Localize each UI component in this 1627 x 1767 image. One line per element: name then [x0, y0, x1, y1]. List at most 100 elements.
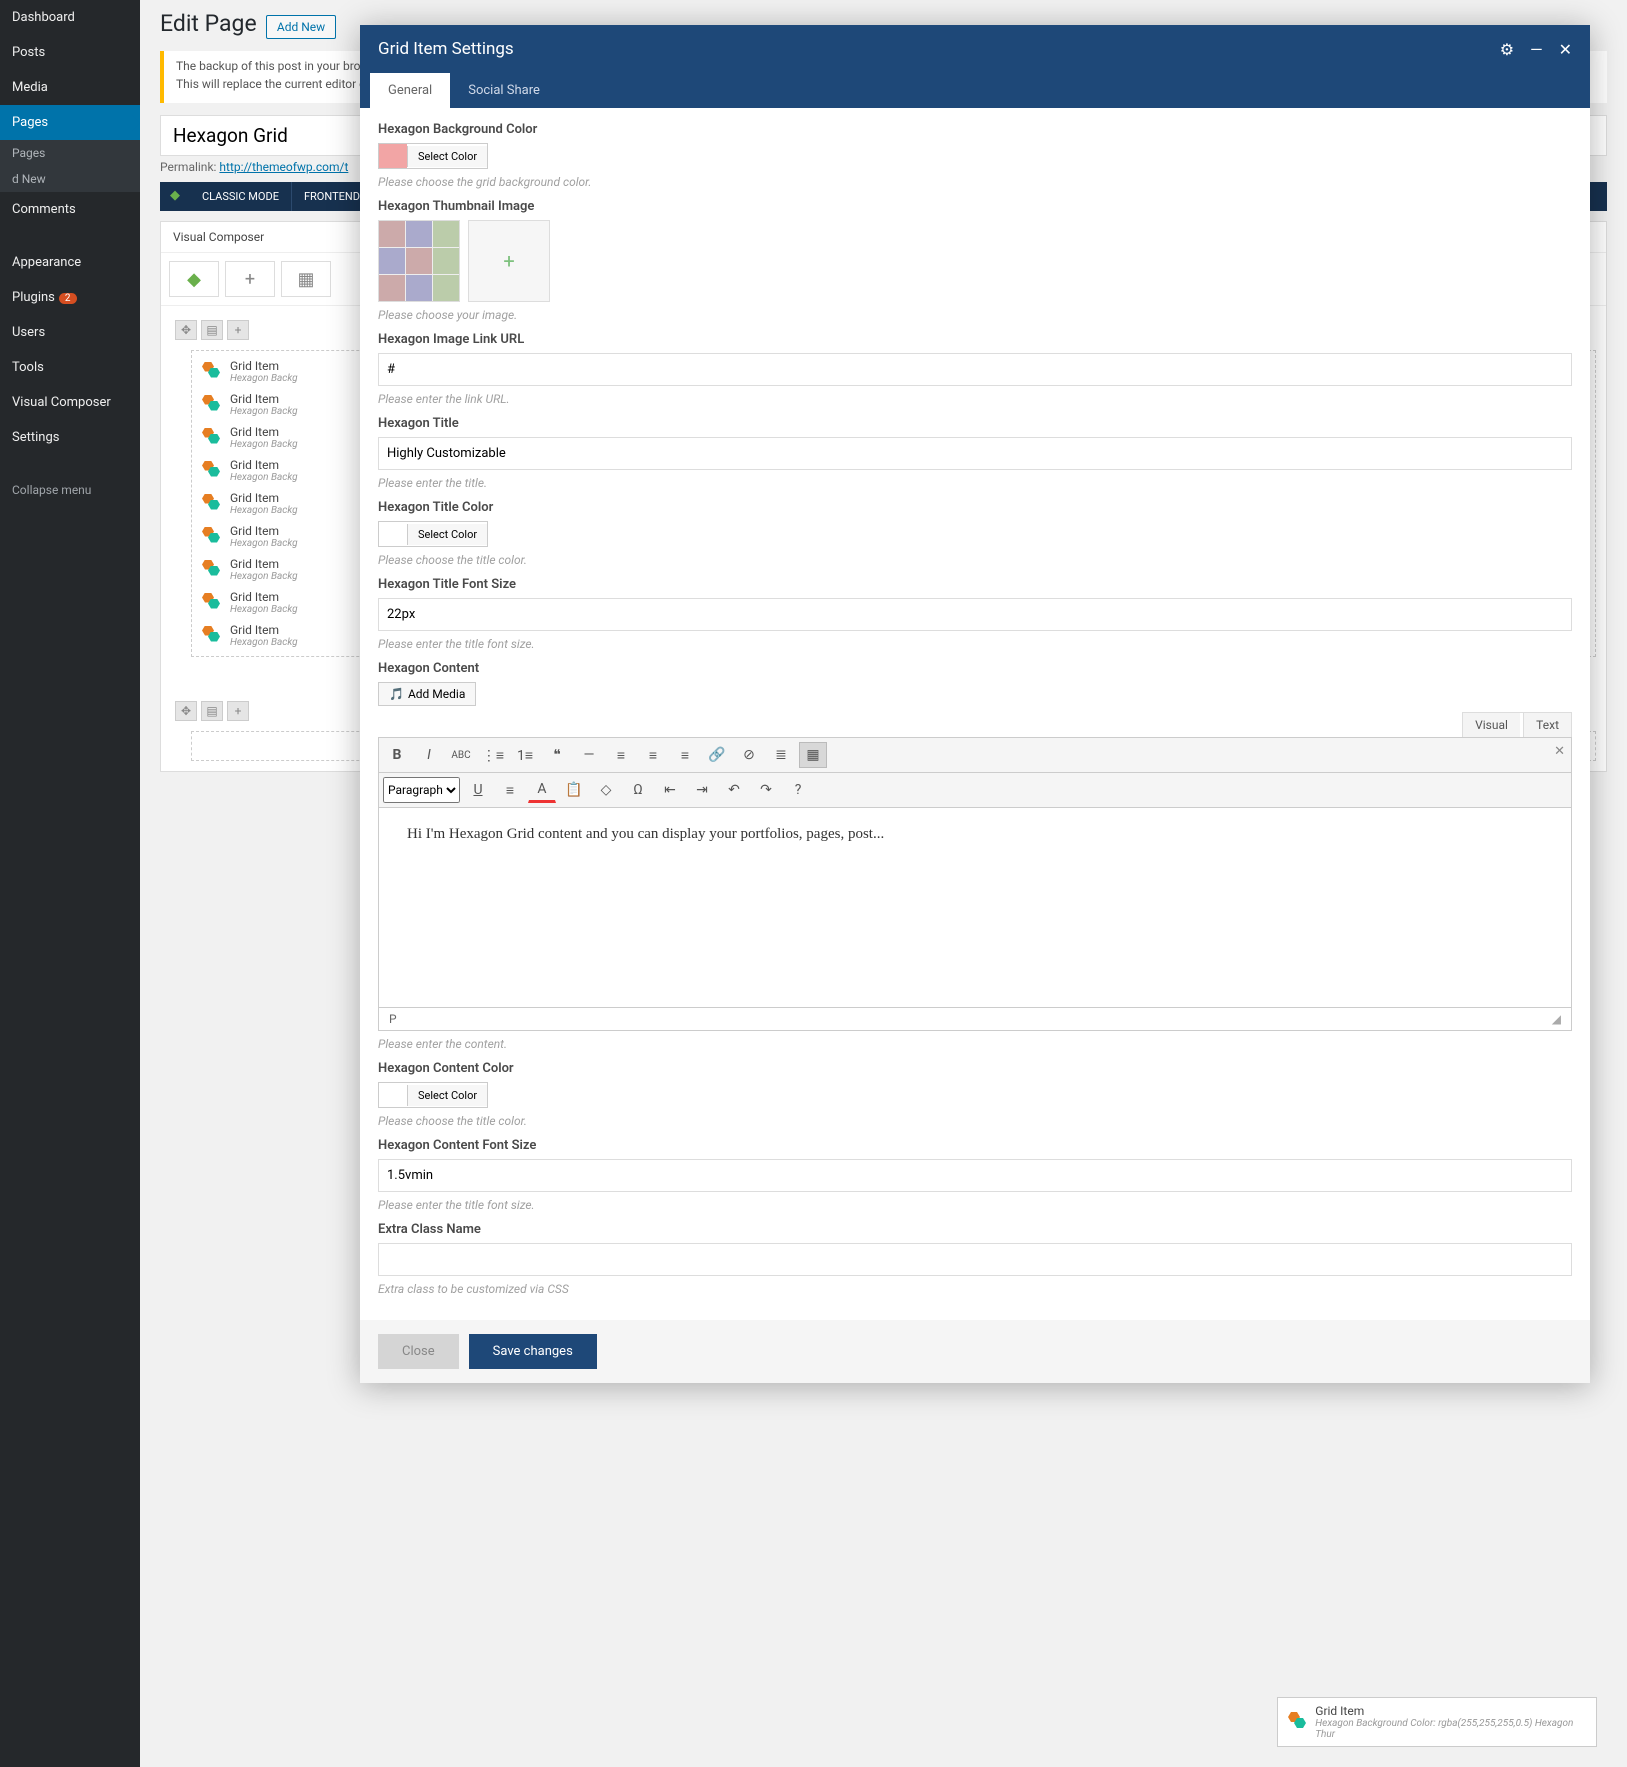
- bg-color-picker[interactable]: Select Color: [378, 143, 488, 169]
- menu-comments[interactable]: Comments: [0, 192, 140, 227]
- align-center-icon[interactable]: ≡: [639, 742, 667, 768]
- drag-handle-icon[interactable]: ✥: [175, 701, 197, 721]
- editor-path: P: [389, 1012, 397, 1026]
- menu-users[interactable]: Users: [0, 315, 140, 350]
- redo-icon[interactable]: ↷: [752, 777, 780, 803]
- hex-icon: [202, 560, 224, 580]
- permalink-url[interactable]: http://themeofwp.com/t: [219, 160, 348, 174]
- editor-tab-text[interactable]: Text: [1523, 713, 1571, 737]
- hr-icon[interactable]: —: [575, 742, 603, 768]
- grid-item-title: Grid Item: [230, 590, 298, 604]
- menu-pages[interactable]: Pages: [0, 105, 140, 140]
- link-url-input[interactable]: [378, 353, 1572, 386]
- extra-class-hint: Extra class to be customized via CSS: [378, 1282, 1572, 1296]
- add-media-button[interactable]: 🎵Add Media: [378, 682, 476, 706]
- special-char-icon[interactable]: Ω: [624, 777, 652, 803]
- close-icon[interactable]: ✕: [1559, 40, 1572, 59]
- extra-class-input[interactable]: [378, 1243, 1572, 1276]
- content-color-picker[interactable]: Select Color: [378, 1082, 488, 1108]
- editor-resize-handle[interactable]: ◢: [1552, 1012, 1561, 1026]
- add-row-icon[interactable]: +: [227, 320, 249, 340]
- add-new-button[interactable]: Add New: [266, 15, 336, 39]
- paste-text-icon[interactable]: 📋: [560, 777, 588, 803]
- editor-tab-visual[interactable]: Visual: [1463, 713, 1520, 737]
- add-element-button[interactable]: +: [225, 261, 275, 297]
- title-color-select-button[interactable]: Select Color: [407, 524, 487, 545]
- ul-icon[interactable]: ⋮≡: [479, 742, 507, 768]
- menu-visual-composer[interactable]: Visual Composer: [0, 385, 140, 420]
- gear-icon[interactable]: ⚙: [1500, 40, 1514, 59]
- tab-general[interactable]: General: [370, 73, 450, 108]
- title-font-label: Hexagon Title Font Size: [378, 577, 1572, 592]
- columns-icon[interactable]: ▤: [201, 701, 223, 721]
- bold-icon[interactable]: B: [383, 742, 411, 768]
- justify-icon[interactable]: ≡: [496, 777, 524, 803]
- help-icon[interactable]: ?: [784, 777, 812, 803]
- grid-item-title: Grid Item: [230, 392, 298, 406]
- title-font-input[interactable]: [378, 598, 1572, 631]
- indent-icon[interactable]: ⇥: [688, 777, 716, 803]
- link-icon[interactable]: 🔗: [703, 742, 731, 768]
- grid-item-sub: Hexagon Backg: [230, 571, 298, 582]
- content-color-select-button[interactable]: Select Color: [407, 1085, 487, 1106]
- editor-mode-tabs: Visual Text: [1462, 712, 1572, 737]
- paragraph-select[interactable]: Paragraph: [383, 777, 460, 803]
- outdent-icon[interactable]: ⇤: [656, 777, 684, 803]
- menu-posts[interactable]: Posts: [0, 35, 140, 70]
- close-button[interactable]: Close: [378, 1334, 459, 1369]
- title-font-hint: Please enter the title font size.: [378, 637, 1572, 651]
- link-url-hint: Please enter the link URL.: [378, 392, 1572, 406]
- undo-icon[interactable]: ↶: [720, 777, 748, 803]
- hex-title-input[interactable]: [378, 437, 1572, 470]
- align-left-icon[interactable]: ≡: [607, 742, 635, 768]
- hex-icon: [202, 362, 224, 382]
- add-image-button[interactable]: +: [468, 220, 550, 302]
- menu-appearance[interactable]: Appearance: [0, 245, 140, 280]
- more-icon[interactable]: ≣: [767, 742, 795, 768]
- title-color-swatch: [379, 522, 407, 546]
- clear-format-icon[interactable]: ◇: [592, 777, 620, 803]
- permalink-label: Permalink:: [160, 160, 216, 174]
- collapse-menu[interactable]: Collapse menu: [0, 473, 140, 507]
- ol-icon[interactable]: 1≡: [511, 742, 539, 768]
- text-color-icon[interactable]: A: [528, 777, 556, 803]
- italic-icon[interactable]: I: [415, 742, 443, 768]
- toolbar-toggle-icon[interactable]: ▦: [799, 742, 827, 768]
- submenu-pages-addnew[interactable]: d New: [0, 166, 140, 192]
- menu-plugins[interactable]: Plugins2: [0, 280, 140, 315]
- save-changes-button[interactable]: Save changes: [469, 1334, 597, 1369]
- title-color-picker[interactable]: Select Color: [378, 521, 488, 547]
- menu-settings[interactable]: Settings: [0, 420, 140, 455]
- strike-icon[interactable]: ABC: [447, 742, 475, 768]
- columns-icon[interactable]: ▤: [201, 320, 223, 340]
- editor-statusbar: P ◢: [378, 1008, 1572, 1031]
- drag-handle-icon[interactable]: ✥: [175, 320, 197, 340]
- grid-item-sub: Hexagon Backg: [230, 373, 298, 384]
- align-right-icon[interactable]: ≡: [671, 742, 699, 768]
- quote-icon[interactable]: ❝: [543, 742, 571, 768]
- tab-social-share[interactable]: Social Share: [450, 73, 558, 108]
- classic-mode-button[interactable]: CLASSIC MODE: [190, 182, 292, 211]
- add-row-icon[interactable]: +: [227, 701, 249, 721]
- unlink-icon[interactable]: ⊘: [735, 742, 763, 768]
- hex-icon: [202, 494, 224, 514]
- vc-element-icon[interactable]: ◆: [169, 261, 219, 297]
- hex-title-hint: Please enter the title.: [378, 476, 1572, 490]
- menu-dashboard[interactable]: Dashboard: [0, 0, 140, 35]
- plugins-badge: 2: [59, 293, 77, 304]
- float-card-title: Grid Item: [1315, 1704, 1586, 1718]
- menu-tools[interactable]: Tools: [0, 350, 140, 385]
- grid-item-title: Grid Item: [230, 623, 298, 637]
- bg-color-select-button[interactable]: Select Color: [407, 146, 487, 167]
- template-button[interactable]: ▦: [281, 261, 331, 297]
- submenu-pages-all[interactable]: Pages: [0, 140, 140, 166]
- underline-icon[interactable]: U: [464, 777, 492, 803]
- minimize-icon[interactable]: —: [1530, 40, 1543, 59]
- content-editor[interactable]: Hi I'm Hexagon Grid content and you can …: [378, 808, 1572, 1008]
- thumbnail-preview[interactable]: [378, 220, 460, 302]
- content-font-input[interactable]: [378, 1159, 1572, 1192]
- grid-item-title: Grid Item: [230, 557, 298, 571]
- menu-media[interactable]: Media: [0, 70, 140, 105]
- fullscreen-close-icon[interactable]: ✕: [1554, 744, 1565, 759]
- floating-grid-item-card[interactable]: Grid Item Hexagon Background Color: rgba…: [1277, 1697, 1597, 1747]
